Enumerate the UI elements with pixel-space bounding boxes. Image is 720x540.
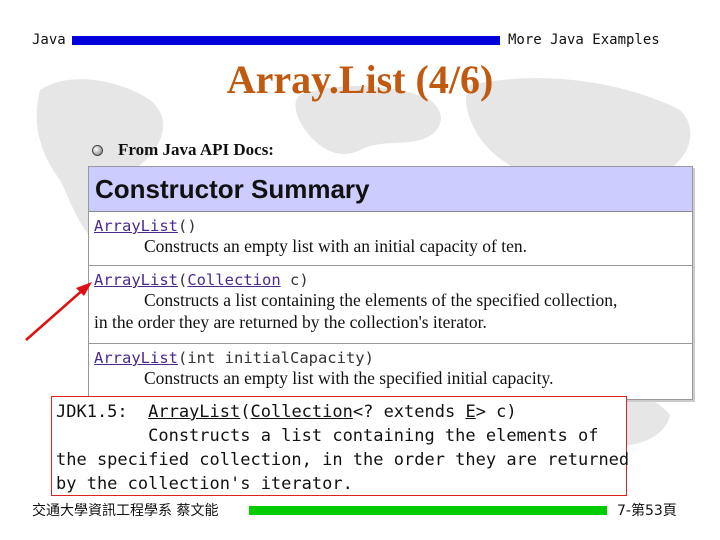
jdk-desc-line: the specified collection, in the order t… — [56, 450, 630, 470]
jdk15-note-box: JDK1.5: ArrayList(Collection<? extends E… — [51, 396, 630, 496]
page-number: 7-第53頁 — [617, 503, 677, 519]
department-author-label: 交通大學資訊工程學系 蔡文能 — [32, 503, 219, 519]
jdk-desc-line: by the collection's iterator. — [56, 474, 353, 494]
jdk-desc-line: Constructs a list containing the element… — [56, 426, 599, 446]
footer-bar — [249, 506, 607, 515]
jdk-signature-line: JDK1.5: ArrayList(Collection<? extends E… — [56, 402, 517, 422]
jdk-type-e-link[interactable]: E — [465, 402, 475, 422]
jdk-arraylist-link[interactable]: ArrayList — [148, 402, 240, 422]
jdk-collection-link[interactable]: Collection — [251, 402, 353, 422]
